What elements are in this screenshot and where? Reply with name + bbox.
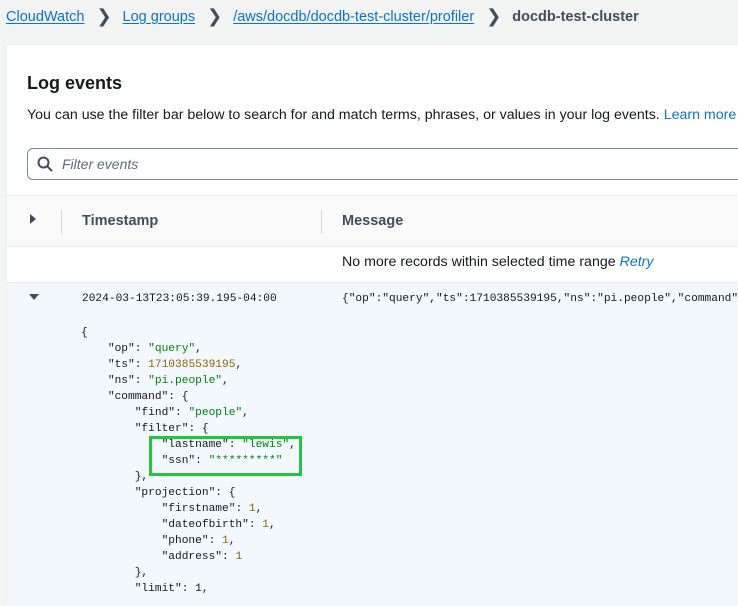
log-event-row[interactable]: 2024-03-13T23:05:39.195-04:00 {"op":"que… — [7, 282, 738, 606]
column-header-message[interactable]: Message — [342, 213, 403, 229]
json-key: "ts" — [107, 359, 135, 371]
caret-right-icon[interactable] — [28, 213, 38, 225]
breadcrumb-current: docdb-test-cluster — [512, 9, 639, 25]
json-punctuation: : { — [168, 391, 189, 403]
json-key: "projection" — [134, 487, 216, 499]
json-line: "filter": { — [81, 421, 296, 437]
json-punctuation: , — [235, 359, 243, 371]
json-value: "pi.people" — [148, 375, 223, 387]
json-punctuation: : { — [215, 487, 236, 499]
json-key: "op" — [107, 343, 135, 355]
json-line: "command": { — [81, 389, 296, 405]
json-punctuation: , — [228, 535, 236, 547]
json-punctuation: }, — [134, 567, 149, 579]
json-punctuation: , — [255, 503, 263, 515]
json-key: "phone" — [161, 535, 209, 547]
json-value: 1710385539195 — [148, 359, 236, 371]
json-punctuation: , — [195, 343, 202, 355]
json-value: 1 — [222, 535, 229, 547]
json-punctuation: }, — [134, 471, 149, 483]
chevron-right-icon: ❯ — [96, 6, 112, 26]
json-punctuation: { — [81, 327, 88, 339]
column-divider — [61, 210, 62, 234]
event-json-detail: { "op": "query", "ts": 1710385539195, "n… — [81, 325, 296, 597]
json-key: "find" — [134, 407, 176, 419]
json-line: "dateofbirth": 1, — [161, 519, 276, 531]
json-line: "phone": 1, — [161, 535, 236, 547]
json-punctuation: , — [289, 439, 296, 451]
log-events-panel: Log events You can use the filter bar be… — [6, 44, 738, 606]
json-value: 1 — [235, 551, 243, 563]
json-line: { — [81, 325, 296, 341]
breadcrumb: CloudWatch ❯ Log groups ❯ /aws/docdb/doc… — [6, 6, 639, 28]
json-line: "limit": 1, — [81, 581, 296, 597]
json-key: "dateofbirth" — [161, 519, 249, 531]
learn-more-link[interactable]: Learn more — [664, 107, 737, 123]
breadcrumb-log-group[interactable]: /aws/docdb/docdb-test-cluster/profiler — [233, 9, 474, 25]
json-line: "address": 1 — [161, 551, 243, 563]
column-header-timestamp[interactable]: Timestamp — [82, 213, 158, 229]
panel-title: Log events — [27, 73, 123, 93]
json-line: "projection": { — [81, 485, 296, 501]
table-header: Timestamp Message — [7, 195, 738, 247]
json-line: "op": "query", — [107, 343, 202, 355]
no-records-message: No more records within selected time ran… — [342, 254, 653, 270]
column-divider — [321, 210, 322, 234]
breadcrumb-cloudwatch[interactable]: CloudWatch — [6, 9, 84, 25]
event-message-preview: {"op":"query","ts":1710385539195,"ns":"p… — [342, 293, 738, 305]
json-key: "limit" — [134, 583, 182, 595]
no-records-text: No more records within selected time ran… — [342, 254, 616, 270]
json-value: "people" — [188, 407, 243, 419]
json-punctuation: , — [269, 519, 276, 531]
json-value: "*********" — [208, 455, 283, 467]
json-line: "ts": 1710385539195, — [107, 359, 243, 371]
json-punctuation: , — [222, 375, 229, 387]
json-key: "address" — [161, 551, 223, 563]
json-key: "ssn" — [161, 455, 196, 467]
search-icon — [37, 156, 53, 172]
json-line: "lastname": "lewis", — [161, 439, 296, 451]
json-line: "ssn": "*********" — [161, 455, 283, 467]
json-line: "firstname": 1, — [161, 503, 263, 515]
panel-description: You can use the filter bar below to sear… — [27, 107, 736, 123]
breadcrumb-log-groups[interactable]: Log groups — [123, 9, 196, 25]
json-line: "ns": "pi.people", — [107, 375, 229, 387]
filter-events-input[interactable] — [60, 155, 664, 173]
json-value: 1 — [262, 519, 270, 531]
json-punctuation: : 1, — [181, 583, 209, 595]
json-key: "ns" — [107, 375, 135, 387]
caret-down-icon[interactable] — [28, 292, 40, 302]
json-line: "find": "people", — [134, 407, 249, 419]
description-text: You can use the filter bar below to sear… — [27, 107, 660, 123]
json-line: }, — [81, 469, 296, 485]
json-value: "query" — [148, 343, 196, 355]
json-key: "lastname" — [161, 439, 229, 451]
json-key: "firstname" — [161, 503, 236, 515]
event-timestamp: 2024-03-13T23:05:39.195-04:00 — [82, 293, 277, 305]
json-key: "command" — [107, 391, 169, 403]
json-line: }, — [81, 565, 296, 581]
json-value: "lewis" — [242, 439, 290, 451]
filter-events-field[interactable] — [27, 148, 738, 180]
json-punctuation: , — [242, 407, 249, 419]
json-punctuation: : { — [188, 423, 209, 435]
json-value: 1 — [248, 503, 256, 515]
json-key: "filter" — [134, 423, 189, 435]
retry-link[interactable]: Retry — [620, 254, 654, 270]
chevron-right-icon: ❯ — [207, 6, 223, 26]
chevron-right-icon: ❯ — [486, 6, 502, 26]
